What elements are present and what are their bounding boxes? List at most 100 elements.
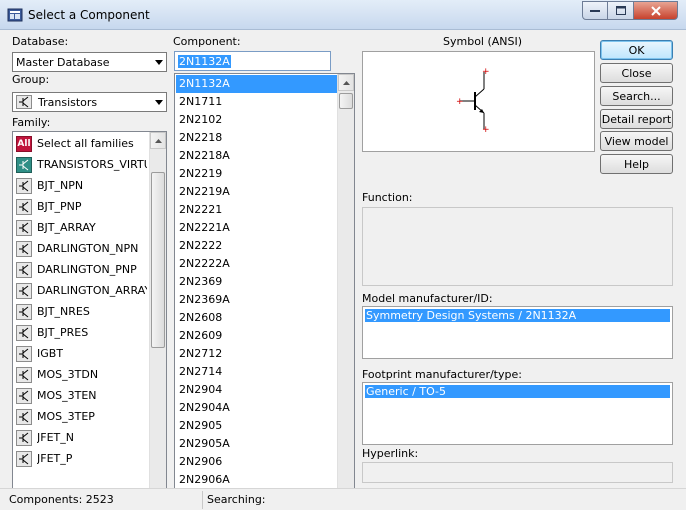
family-item[interactable]: MOS_3TEN — [16, 385, 97, 406]
component-search-input[interactable]: 2N1132A — [174, 51, 331, 71]
jfet-p-icon — [16, 450, 32, 467]
npn-transistor-symbol-icon: + + + — [456, 67, 490, 135]
family-item[interactable]: BJT_NPN — [16, 175, 83, 196]
family-item[interactable]: BJT_PNP — [16, 196, 82, 217]
help-button[interactable]: Help — [600, 154, 673, 174]
svg-text:+: + — [482, 67, 490, 77]
component-item[interactable]: 2N2904A — [176, 399, 338, 417]
minimize-icon — [590, 9, 600, 12]
bjt-array-icon — [16, 219, 32, 236]
view-model-button[interactable]: View model — [600, 131, 673, 151]
component-item[interactable]: 2N2219 — [176, 165, 338, 183]
group-value: Transistors — [38, 95, 98, 109]
component-list[interactable]: 2N1132A 2N1711 2N2102 2N2218 2N2218A 2N2219 2N… — [174, 73, 355, 510]
ok-button[interactable]: OK — [600, 40, 673, 60]
component-scrollbar[interactable] — [337, 74, 354, 510]
status-divider — [202, 491, 203, 509]
dialog-body: Database: Master Database Group: Transis… — [0, 30, 686, 510]
family-item-label: IGBT — [37, 347, 64, 360]
component-item[interactable]: 2N2222A — [176, 255, 338, 273]
component-item[interactable]: 2N2102 — [176, 111, 338, 129]
component-item[interactable]: 2N2221 — [176, 201, 338, 219]
component-item[interactable]: 2N2222 — [176, 237, 338, 255]
mos-3tep-icon — [16, 408, 32, 425]
virtual-transistor-icon — [16, 156, 32, 173]
detail-report-button[interactable]: Detail report — [600, 109, 673, 129]
database-label: Database: — [12, 35, 69, 48]
component-item[interactable]: 2N2906 — [176, 453, 338, 471]
family-item[interactable]: BJT_PRES — [16, 322, 88, 343]
close-button[interactable]: Close — [600, 63, 673, 83]
family-item[interactable]: BJT_NRES — [16, 301, 90, 322]
family-item-label: BJT_PRES — [37, 326, 89, 339]
family-item[interactable]: MOS_3TDN — [16, 364, 98, 385]
window-title: Select a Component — [28, 8, 150, 22]
family-item-label: BJT_ARRAY — [37, 221, 96, 234]
family-item-label: MOS_3TDN — [37, 368, 99, 381]
component-item[interactable]: 2N2218 — [176, 129, 338, 147]
component-item[interactable]: 2N2221A — [176, 219, 338, 237]
database-value: Master Database — [16, 55, 110, 69]
family-item[interactable]: JFET_P — [16, 448, 72, 469]
bjt-npn-icon — [16, 177, 32, 194]
component-item[interactable]: 2N2904 — [176, 381, 338, 399]
model-list[interactable]: Symmetry Design Systems / 2N1132A — [362, 306, 673, 359]
component-item[interactable]: 2N2219A — [176, 183, 338, 201]
title-bar[interactable]: Select a Component — [0, 0, 686, 30]
model-item[interactable]: Symmetry Design Systems / 2N1132A — [365, 309, 670, 322]
family-item[interactable]: TRANSISTORS_VIRTUAL — [16, 154, 147, 175]
igbt-icon — [16, 345, 32, 362]
footprint-list[interactable]: Generic / TO-5 — [362, 382, 673, 445]
family-scroll-thumb[interactable] — [151, 172, 165, 348]
component-item[interactable]: 2N2905A — [176, 435, 338, 453]
component-item[interactable]: 2N1132A — [176, 75, 338, 93]
family-item[interactable]: IGBT — [16, 343, 63, 364]
family-item[interactable]: DARLINGTON_ARRAY — [16, 280, 147, 301]
mos-3tdn-icon — [16, 366, 32, 383]
component-item[interactable]: 2N2712 — [176, 345, 338, 363]
component-item[interactable]: 2N2906A — [176, 471, 338, 489]
model-label: Model manufacturer/ID: — [362, 292, 493, 305]
all-families-icon: All — [16, 135, 32, 152]
footprint-label: Footprint manufacturer/type: — [362, 368, 522, 381]
symbol-label: Symbol (ANSI) — [443, 35, 523, 48]
family-item[interactable]: MOS_3TEP — [16, 406, 95, 427]
component-item[interactable]: 2N2714 — [176, 363, 338, 381]
family-item[interactable]: DARLINGTON_PNP — [16, 259, 137, 280]
family-item-label: MOS_3TEP — [37, 410, 95, 423]
scroll-up-icon[interactable] — [338, 74, 354, 91]
component-scroll-thumb[interactable] — [339, 93, 353, 109]
component-item[interactable]: 2N2218A — [176, 147, 338, 165]
search-button[interactable]: Search... — [600, 86, 673, 106]
maximize-button[interactable] — [608, 1, 634, 20]
component-item[interactable]: 2N2608 — [176, 309, 338, 327]
footprint-item[interactable]: Generic / TO-5 — [365, 385, 670, 398]
family-label: Family: — [12, 116, 51, 129]
family-scrollbar[interactable] — [149, 132, 166, 500]
bjt-nres-icon — [16, 303, 32, 320]
bjt-pres-icon — [16, 324, 32, 341]
component-item[interactable]: 2N2369A — [176, 291, 338, 309]
scroll-up-icon[interactable] — [150, 132, 166, 149]
close-icon — [650, 5, 661, 16]
function-box — [362, 207, 673, 286]
family-item-label: DARLINGTON_PNP — [37, 263, 137, 276]
family-item[interactable]: DARLINGTON_NPN — [16, 238, 138, 259]
family-item[interactable]: BJT_ARRAY — [16, 217, 96, 238]
hyperlink-field[interactable] — [362, 462, 673, 483]
jfet-n-icon — [16, 429, 32, 446]
family-item-label: BJT_NRES — [37, 305, 90, 318]
component-item[interactable]: 2N2369 — [176, 273, 338, 291]
family-list[interactable]: All Select all families TRANSISTORS_VIRTUA… — [12, 131, 167, 501]
family-item[interactable]: JFET_N — [16, 427, 74, 448]
component-item[interactable]: 2N2905 — [176, 417, 338, 435]
component-item[interactable]: 2N1711 — [176, 93, 338, 111]
database-select[interactable]: Master Database — [12, 52, 167, 72]
group-select[interactable]: Transistors — [12, 92, 167, 112]
svg-text:+: + — [482, 125, 490, 135]
family-item[interactable]: All Select all families — [16, 133, 134, 154]
minimize-button[interactable] — [582, 1, 608, 20]
component-item[interactable]: 2N2609 — [176, 327, 338, 345]
close-window-button[interactable] — [634, 1, 678, 20]
darlington-array-icon — [16, 282, 32, 299]
